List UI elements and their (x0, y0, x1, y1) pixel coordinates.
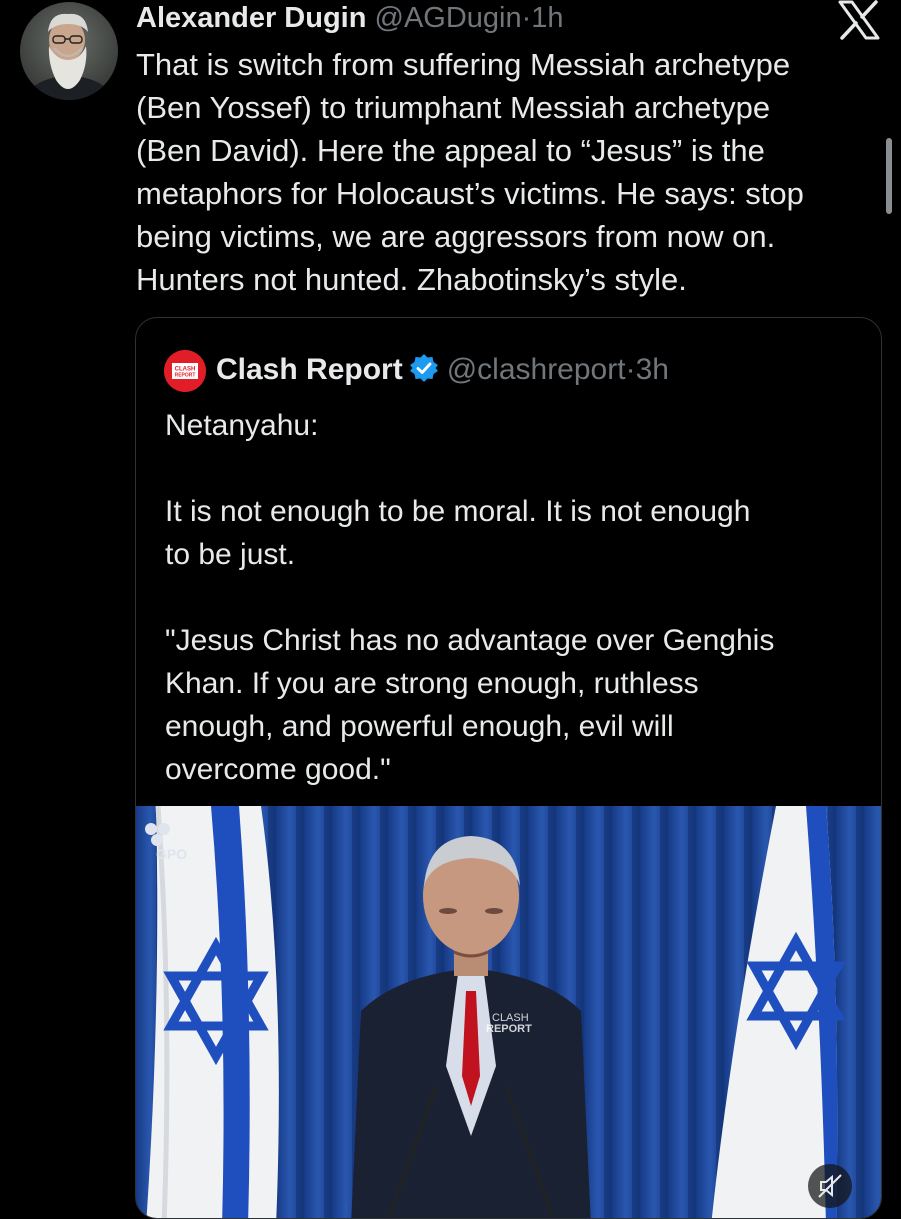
video-frame: GPO CLASH REPORT (136, 806, 881, 1218)
author-avatar[interactable] (20, 2, 118, 100)
gpo-logo-text: GPO (156, 846, 187, 862)
author-handle[interactable]: @AGDugin (375, 2, 522, 34)
quoted-tweet-time[interactable]: 3h (636, 353, 669, 386)
tweet-header: Alexander Dugin @AGDugin·1h (136, 0, 564, 36)
scrollbar-thumb[interactable] (886, 138, 892, 214)
clash-logo-text-bottom: REPORT (175, 373, 196, 379)
quoted-author-handle[interactable]: @clashreport (447, 353, 626, 386)
author-name[interactable]: Alexander Dugin (136, 2, 366, 34)
quoted-tweet-card[interactable]: CLASH REPORT Clash Report @clashreport·3h… (135, 317, 882, 1219)
quoted-tweet-header: Clash Report @clashreport·3h (216, 351, 669, 393)
israel-flag-left (146, 806, 279, 1218)
tweet-text: That is switch from suffering Messiah ar… (136, 47, 804, 297)
x-logo-icon[interactable] (836, 0, 882, 40)
quoted-separator-dot: · (625, 353, 636, 386)
tweet-time[interactable]: 1h (531, 2, 563, 34)
quoted-tweet-text: Netanyahu: It is not enough to be moral.… (165, 409, 775, 786)
mute-button[interactable] (808, 1164, 852, 1208)
quoted-author-name[interactable]: Clash Report (216, 353, 403, 386)
muted-speaker-icon (818, 1174, 842, 1198)
separator-dot: · (521, 2, 532, 34)
quoted-author-avatar[interactable]: CLASH REPORT (164, 350, 206, 392)
verified-badge-icon (409, 353, 439, 393)
quoted-tweet-video[interactable]: GPO CLASH REPORT (136, 806, 881, 1218)
watermark-bottom: REPORT (486, 1023, 532, 1035)
